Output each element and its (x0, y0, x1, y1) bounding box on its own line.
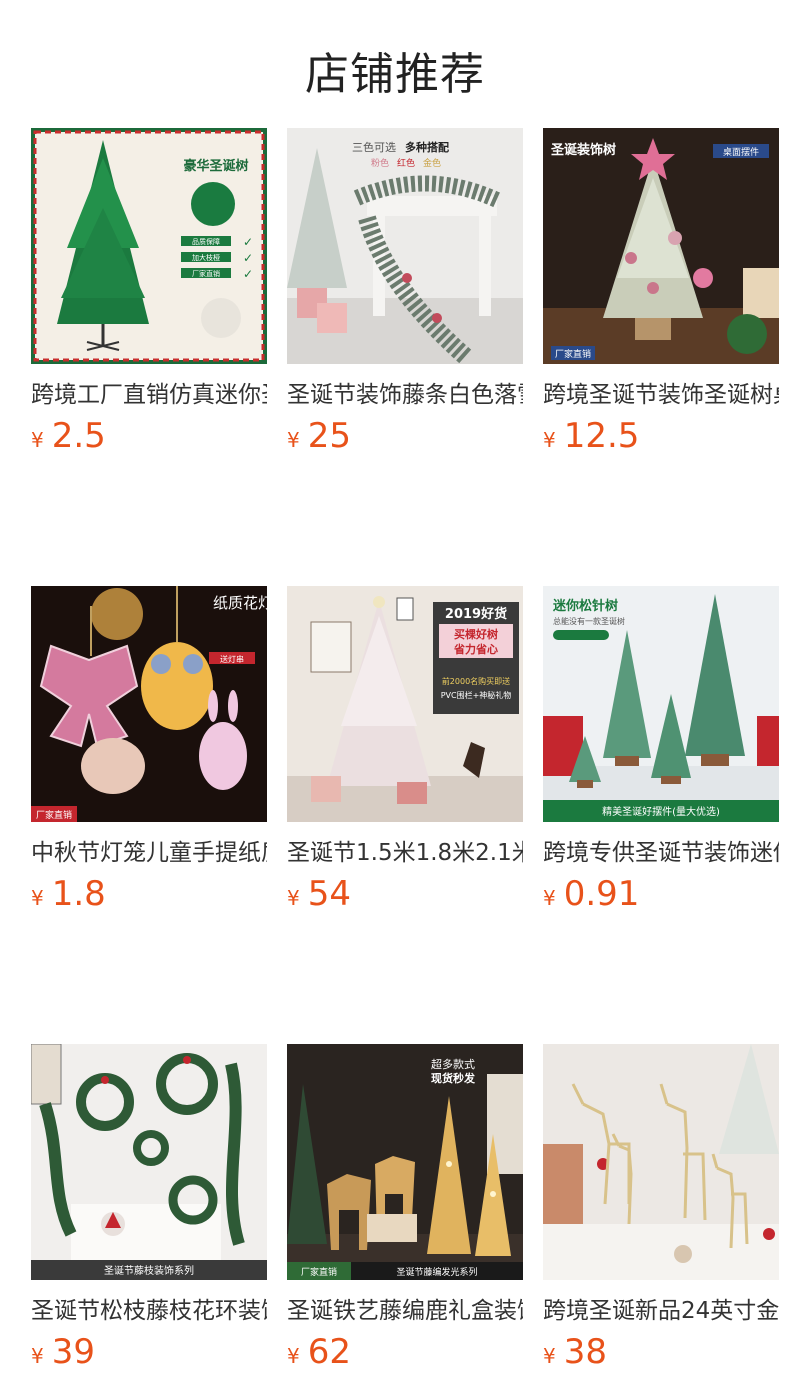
currency-symbol: ¥ (287, 1344, 300, 1368)
svg-text:厂家直销: 厂家直销 (555, 348, 591, 360)
svg-text:省力省心: 省力省心 (453, 642, 498, 656)
svg-text:金色: 金色 (423, 157, 441, 169)
product-price: ¥39 (31, 1334, 267, 1370)
lantern-image[interactable]: 纸质花灯 送灯串 厂家直销 (31, 586, 267, 822)
currency-symbol: ¥ (543, 428, 556, 452)
product-card[interactable]: 圣诞装饰树 桌面摆件 厂家直销 跨境圣诞节装饰圣诞树桌面 ¥12.5 (543, 128, 779, 454)
svg-text:多种搭配: 多种搭配 (405, 140, 449, 154)
svg-text:圣诞节藤编发光系列: 圣诞节藤编发光系列 (396, 1266, 477, 1278)
product-card[interactable]: 跨境圣诞新品24英寸金色 ¥38 (543, 1044, 779, 1370)
product-price: ¥0.91 (543, 876, 779, 912)
product-card[interactable]: 圣诞节藤枝装饰系列 圣诞节松枝藤枝花环装饰 ¥39 (31, 1044, 267, 1370)
price-value: 25 (307, 416, 351, 456)
product-title[interactable]: 圣诞节1.5米1.8米2.1米 (287, 838, 523, 868)
tabletop-tree-image[interactable]: 圣诞装饰树 桌面摆件 厂家直销 (543, 128, 779, 364)
golden-deer-image[interactable] (543, 1044, 779, 1280)
price-value: 38 (563, 1332, 607, 1372)
svg-text:✓: ✓ (243, 251, 253, 265)
svg-text:桌面摆件: 桌面摆件 (723, 146, 759, 158)
svg-text:圣诞节藤枝装饰系列: 圣诞节藤枝装饰系列 (104, 1264, 194, 1277)
garland-image[interactable]: 三色可选 多种搭配 粉色 红色 金色 (287, 128, 523, 364)
svg-text:超多款式: 超多款式 (431, 1057, 475, 1071)
currency-symbol: ¥ (31, 428, 44, 452)
svg-text:品质保障: 品质保障 (192, 237, 220, 246)
product-title[interactable]: 圣诞节松枝藤枝花环装饰 (31, 1296, 267, 1326)
product-title[interactable]: 跨境专供圣诞节装饰迷你 (543, 838, 779, 868)
svg-text:买棵好树: 买棵好树 (454, 627, 498, 641)
section-title: 店铺推荐 (305, 49, 485, 100)
product-card[interactable]: 纸质花灯 送灯串 厂家直销 中秋节灯笼儿童手提纸质 ¥1.8 (31, 586, 267, 912)
christmas-tree-image[interactable]: 豪华圣诞树 品质保障 加大枝桠 厂家直销 ✓ ✓ ✓ (31, 128, 267, 364)
product-price: ¥25 (287, 418, 523, 454)
svg-text:✓: ✓ (243, 235, 253, 249)
product-price: ¥12.5 (543, 418, 779, 454)
svg-text:加大枝桠: 加大枝桠 (192, 253, 220, 262)
svg-text:总能没有一款圣诞树: 总能没有一款圣诞树 (553, 616, 625, 626)
product-card[interactable]: 超多款式 现货秒发 厂家直销 圣诞节藤编发光系列 圣诞铁艺藤编鹿礼盒装饰 ¥62 (287, 1044, 523, 1370)
svg-text:前2000名购买即送: 前2000名购买即送 (442, 676, 510, 686)
currency-symbol: ¥ (31, 1344, 44, 1368)
currency-symbol: ¥ (31, 886, 44, 910)
product-title[interactable]: 中秋节灯笼儿童手提纸质 (31, 838, 267, 868)
product-title[interactable]: 圣诞节装饰藤条白色落雪 (287, 380, 523, 410)
product-card[interactable]: 三色可选 多种搭配 粉色 红色 金色 圣诞节装饰藤条白色落雪 ¥25 (287, 128, 523, 454)
price-value: 2.5 (51, 416, 106, 456)
product-title[interactable]: 圣诞铁艺藤编鹿礼盒装饰 (287, 1296, 523, 1326)
product-card[interactable]: 迷你松针树 总能没有一款圣诞树 精美圣诞好摆件(量大优选) 跨境专供圣诞节装饰迷… (543, 586, 779, 912)
image-caption: 豪华圣诞树 (183, 158, 248, 174)
svg-text:厂家直销: 厂家直销 (36, 809, 72, 821)
svg-text:厂家直销: 厂家直销 (301, 1266, 337, 1278)
currency-symbol: ¥ (287, 428, 300, 452)
product-price: ¥38 (543, 1334, 779, 1370)
product-card[interactable]: 2019好货 买棵好树 省力省心 前2000名购买即送 PVC围栏+神秘礼物 圣… (287, 586, 523, 912)
svg-text:2019好货: 2019好货 (445, 606, 507, 622)
price-value: 0.91 (563, 874, 640, 914)
svg-text:PVC围栏+神秘礼物: PVC围栏+神秘礼物 (441, 690, 512, 700)
svg-text:厂家直销: 厂家直销 (192, 269, 220, 278)
svg-text:精美圣诞好摆件(量大优选): 精美圣诞好摆件(量大优选) (602, 805, 720, 818)
svg-text:圣诞装饰树: 圣诞装饰树 (551, 142, 616, 158)
product-card[interactable]: 豪华圣诞树 品质保障 加大枝桠 厂家直销 ✓ ✓ ✓ 跨境工厂直销仿真迷你圣诞树… (31, 128, 267, 454)
svg-text:现货秒发: 现货秒发 (431, 1071, 476, 1085)
svg-text:迷你松针树: 迷你松针树 (552, 598, 618, 614)
price-value: 62 (307, 1332, 351, 1372)
svg-text:粉色: 粉色 (371, 157, 389, 169)
product-price: ¥1.8 (31, 876, 267, 912)
svg-text:红色: 红色 (397, 157, 415, 169)
currency-symbol: ¥ (543, 886, 556, 910)
price-value: 1.8 (51, 874, 106, 914)
currency-symbol: ¥ (287, 886, 300, 910)
currency-symbol: ¥ (543, 1344, 556, 1368)
product-price: ¥62 (287, 1334, 523, 1370)
product-title[interactable]: 跨境工厂直销仿真迷你圣诞树 (31, 380, 267, 410)
price-value: 54 (307, 874, 351, 914)
product-title[interactable]: 跨境圣诞新品24英寸金色 (543, 1296, 779, 1326)
price-value: 39 (51, 1332, 95, 1372)
product-title[interactable]: 跨境圣诞节装饰圣诞树桌面 (543, 380, 779, 410)
svg-text:送灯串: 送灯串 (220, 654, 244, 664)
svg-text:✓: ✓ (243, 267, 253, 281)
mini-pine-image[interactable]: 迷你松针树 总能没有一款圣诞树 精美圣诞好摆件(量大优选) (543, 586, 779, 822)
product-grid: 豪华圣诞树 品质保障 加大枝桠 厂家直销 ✓ ✓ ✓ 跨境工厂直销仿真迷你圣诞树… (31, 128, 779, 1370)
rattan-deer-image[interactable]: 超多款式 现货秒发 厂家直销 圣诞节藤编发光系列 (287, 1044, 523, 1280)
flocked-tree-image[interactable]: 2019好货 买棵好树 省力省心 前2000名购买即送 PVC围栏+神秘礼物 (287, 586, 523, 822)
wreath-image[interactable]: 圣诞节藤枝装饰系列 (31, 1044, 267, 1280)
product-price: ¥2.5 (31, 418, 267, 454)
svg-text:三色可选: 三色可选 (352, 140, 396, 154)
svg-text:纸质花灯: 纸质花灯 (213, 594, 267, 612)
product-price: ¥54 (287, 876, 523, 912)
price-value: 12.5 (563, 416, 640, 456)
